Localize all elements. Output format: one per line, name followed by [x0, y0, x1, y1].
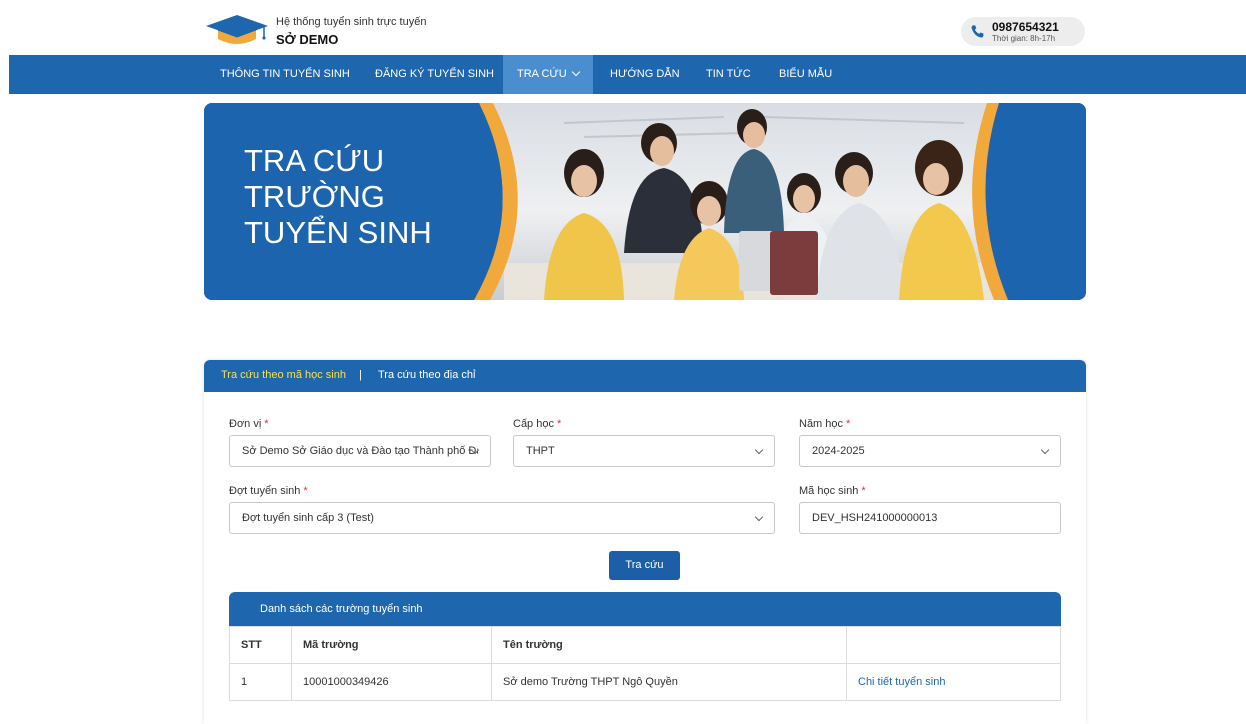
required-mark: *	[303, 485, 308, 497]
cell-ma-truong: 10001000349426	[291, 663, 492, 701]
ma-hoc-sinh-input[interactable]: DEV_HSH241000000013	[799, 502, 1061, 534]
cap-hoc-label-text: Cấp học	[513, 418, 554, 430]
don-vi-select[interactable]: Sở Demo Sở Giáo dục và Đào tạo Thành phố…	[229, 435, 491, 467]
results-panel: Danh sách các trường tuyển sinh STT Mã t…	[229, 592, 1061, 701]
banner-title: TRA CỨU TRƯỜNG TUYỂN SINH	[244, 143, 484, 251]
site-header: Hệ thống tuyển sinh trực tuyến SỞ DEMO 0…	[0, 0, 1246, 55]
nav-thong-tin-tuyen-sinh[interactable]: THÔNG TIN TUYỂN SINH	[220, 55, 350, 94]
dot-tuyen-sinh-label: Đợt tuyển sinh *	[229, 485, 308, 497]
col-stt: STT	[229, 626, 292, 664]
col-ten-truong: Tên trường	[491, 626, 847, 664]
nam-hoc-select[interactable]: 2024-2025	[799, 435, 1061, 467]
ma-hoc-sinh-label-text: Mã học sinh	[799, 485, 859, 497]
nam-hoc-value: 2024-2025	[812, 445, 865, 457]
hotline-badge[interactable]: 0987654321 Thời gian: 8h-17h	[961, 17, 1085, 46]
tra-cuu-button[interactable]: Tra cứu	[609, 551, 680, 580]
search-card: Tra cứu theo mã học sinh | Tra cứu theo …	[204, 360, 1086, 724]
ma-hoc-sinh-label: Mã học sinh *	[799, 485, 866, 497]
banner-title-line3: TUYỂN SINH	[244, 215, 432, 250]
dot-tuyen-sinh-value: Đợt tuyển sinh cấp 3 (Test)	[242, 512, 374, 524]
cap-hoc-select[interactable]: THPT	[513, 435, 775, 467]
tab-dia-chi[interactable]: Tra cứu theo địa chỉ	[378, 369, 475, 381]
don-vi-value: Sở Demo Sở Giáo dục và Đào tạo Thành phố…	[242, 445, 478, 457]
cap-hoc-value: THPT	[526, 445, 555, 457]
results-title: Danh sách các trường tuyển sinh	[229, 592, 1061, 626]
don-vi-label: Đơn vị *	[229, 418, 269, 430]
hotline-hours: Thời gian: 8h-17h	[992, 34, 1056, 43]
results-table: STT Mã trường Tên trường 1 1000100034942…	[229, 626, 1061, 701]
required-mark: *	[264, 418, 269, 430]
table-header-row: STT Mã trường Tên trường	[229, 626, 1061, 664]
banner-title-line1: TRA CỨU	[244, 143, 385, 178]
graduation-cap-logo-icon[interactable]	[204, 13, 270, 47]
nav-tra-cuu-label: TRA CỨU	[517, 68, 567, 80]
table-row: 1 10001000349426 Sở demo Trường THPT Ngô…	[229, 663, 1061, 701]
chevron-down-icon	[571, 67, 580, 77]
nav-dang-ky-tuyen-sinh[interactable]: ĐĂNG KÝ TUYỂN SINH	[375, 55, 494, 94]
ma-hoc-sinh-value: DEV_HSH241000000013	[812, 512, 938, 524]
banner-title-line2: TRƯỜNG	[244, 179, 385, 214]
phone-icon	[971, 25, 984, 38]
hotline-number: 0987654321	[992, 20, 1059, 34]
nav-huong-dan[interactable]: HƯỚNG DẪN	[610, 55, 680, 94]
site-title: SỞ DEMO	[276, 32, 339, 47]
search-tabs: Tra cứu theo mã học sinh | Tra cứu theo …	[204, 360, 1086, 392]
nam-hoc-label: Năm học *	[799, 418, 850, 430]
nav-bieu-mau[interactable]: BIỂU MẪU	[779, 55, 832, 94]
dot-tuyen-sinh-select[interactable]: Đợt tuyển sinh cấp 3 (Test)	[229, 502, 775, 534]
cap-hoc-label: Cấp học *	[513, 418, 561, 430]
dot-tuyen-sinh-label-text: Đợt tuyển sinh	[229, 485, 301, 497]
main-nav: THÔNG TIN TUYỂN SINH ĐĂNG KÝ TUYỂN SINH …	[9, 55, 1246, 94]
nav-tin-tuc[interactable]: TIN TỨC	[706, 55, 751, 94]
nav-tra-cuu[interactable]: TRA CỨU	[503, 55, 593, 94]
tab-separator: |	[359, 369, 362, 381]
required-mark: *	[846, 418, 851, 430]
cell-stt: 1	[229, 663, 292, 701]
col-ma-truong: Mã trường	[291, 626, 492, 664]
col-action	[846, 626, 1061, 664]
nam-hoc-label-text: Năm học	[799, 418, 844, 430]
chi-tiet-tuyen-sinh-link[interactable]: Chi tiết tuyển sinh	[846, 663, 1061, 701]
site-subtitle: Hệ thống tuyển sinh trực tuyến	[276, 16, 427, 28]
cell-ten-truong: Sở demo Trường THPT Ngô Quyền	[491, 663, 847, 701]
don-vi-label-text: Đơn vị	[229, 418, 262, 430]
tab-ma-hoc-sinh[interactable]: Tra cứu theo mã học sinh	[221, 369, 346, 381]
required-mark: *	[861, 485, 866, 497]
hero-banner: TRA CỨU TRƯỜNG TUYỂN SINH	[204, 103, 1086, 300]
required-mark: *	[556, 418, 562, 430]
